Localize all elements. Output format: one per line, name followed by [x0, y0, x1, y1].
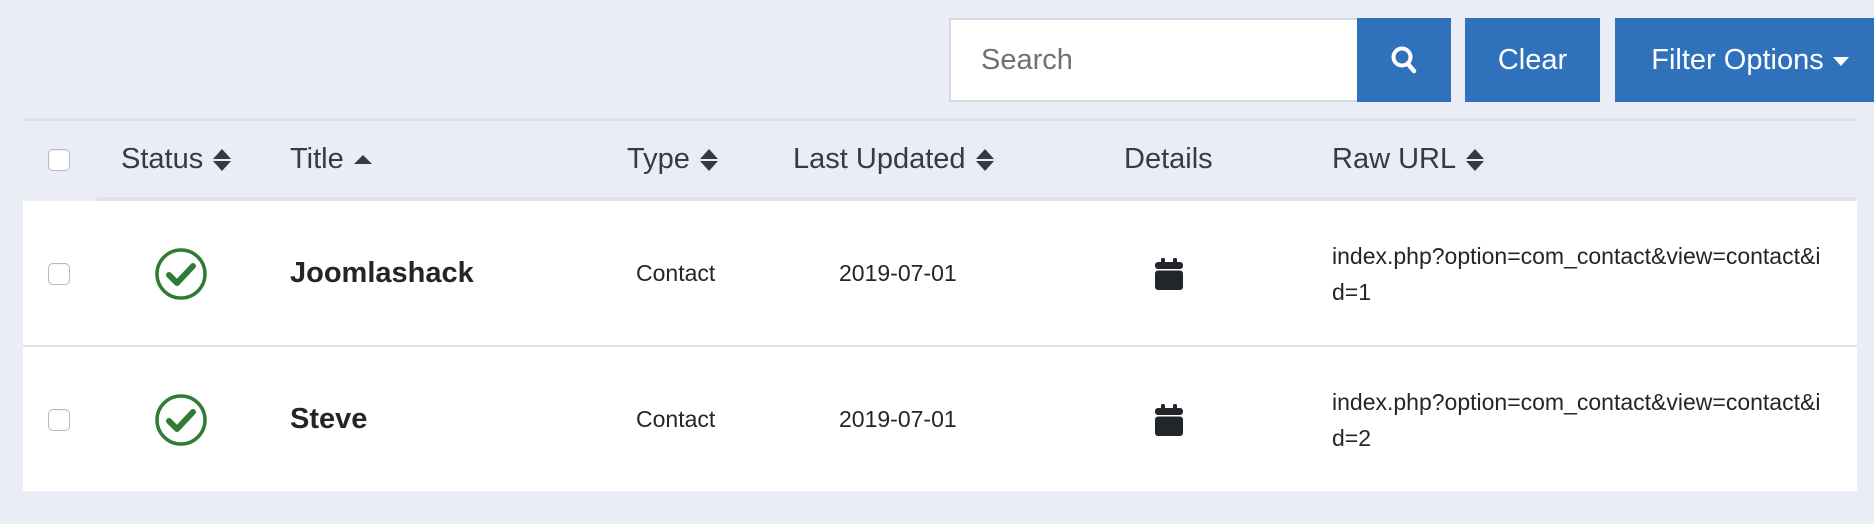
column-header-last-updated[interactable]: Last Updated — [793, 121, 994, 198]
sort-asc-icon — [353, 155, 372, 164]
row-raw-url: index.php?option=com_contact&view=contac… — [1332, 388, 1821, 451]
table-header: Status Title Type Last Updated Details R… — [23, 121, 1857, 198]
last-updated-cell: 2019-07-01 — [839, 347, 957, 492]
calendar-icon[interactable] — [1155, 403, 1183, 436]
sort-icon — [213, 148, 232, 171]
sort-icon — [699, 148, 718, 171]
column-header-label: Raw URL — [1332, 143, 1457, 175]
row-type: Contact — [636, 406, 716, 432]
search-button[interactable] — [1357, 18, 1451, 102]
check-circle-icon[interactable] — [154, 393, 208, 447]
last-updated-cell: 2019-07-01 — [839, 201, 957, 346]
title-cell[interactable]: Steve — [290, 347, 367, 492]
table-row: Joomlashack Contact 2019-07-01 index.php… — [23, 201, 1857, 347]
column-header-label: Details — [1124, 143, 1213, 175]
sort-icon — [975, 148, 994, 171]
filter-options-label: Filter Options — [1651, 43, 1824, 76]
select-all-checkbox[interactable] — [48, 148, 70, 171]
raw-url-cell: index.php?option=com_contact&view=contac… — [1332, 201, 1822, 346]
filter-options-button[interactable]: Filter Options — [1615, 18, 1874, 102]
search-icon — [1391, 46, 1417, 74]
column-header-title[interactable]: Title — [290, 121, 372, 198]
row-title[interactable]: Joomlashack — [290, 257, 474, 290]
title-cell[interactable]: Joomlashack — [290, 201, 474, 346]
toolbar: Clear Filter Options — [949, 18, 1874, 102]
row-checkbox[interactable] — [48, 262, 70, 285]
row-select-cell — [48, 347, 70, 492]
row-raw-url: index.php?option=com_contact&view=contac… — [1332, 242, 1821, 305]
column-header-details: Details — [1124, 121, 1213, 198]
column-header-label: Title — [290, 143, 344, 175]
raw-url-cell: index.php?option=com_contact&view=contac… — [1332, 347, 1822, 492]
table-row: Steve Contact 2019-07-01 index.php?optio… — [23, 347, 1857, 492]
row-type: Contact — [636, 260, 716, 286]
column-header-type[interactable]: Type — [627, 121, 718, 198]
status-cell — [154, 201, 208, 346]
select-all-cell — [48, 121, 70, 198]
row-checkbox[interactable] — [48, 408, 70, 431]
sort-icon — [1466, 148, 1485, 171]
check-circle-icon[interactable] — [154, 247, 208, 301]
row-last-updated: 2019-07-01 — [839, 406, 957, 432]
details-cell — [1155, 201, 1183, 346]
type-cell: Contact — [636, 201, 715, 346]
details-cell — [1155, 347, 1183, 492]
clear-label: Clear — [1497, 43, 1568, 76]
row-title[interactable]: Steve — [290, 403, 367, 436]
column-header-status[interactable]: Status — [121, 121, 232, 198]
row-last-updated: 2019-07-01 — [839, 260, 957, 286]
row-select-cell — [48, 201, 70, 346]
column-header-label: Status — [121, 143, 204, 175]
caret-down-icon — [1832, 57, 1849, 66]
column-header-label: Type — [627, 143, 690, 175]
calendar-icon[interactable] — [1155, 257, 1183, 290]
clear-button[interactable]: Clear — [1465, 18, 1600, 102]
column-header-label: Last Updated — [793, 143, 966, 175]
status-cell — [154, 347, 208, 492]
table-body: Joomlashack Contact 2019-07-01 index.php… — [23, 201, 1857, 491]
search-input[interactable] — [949, 18, 1357, 102]
column-header-raw-url[interactable]: Raw URL — [1332, 121, 1485, 198]
type-cell: Contact — [636, 347, 715, 492]
